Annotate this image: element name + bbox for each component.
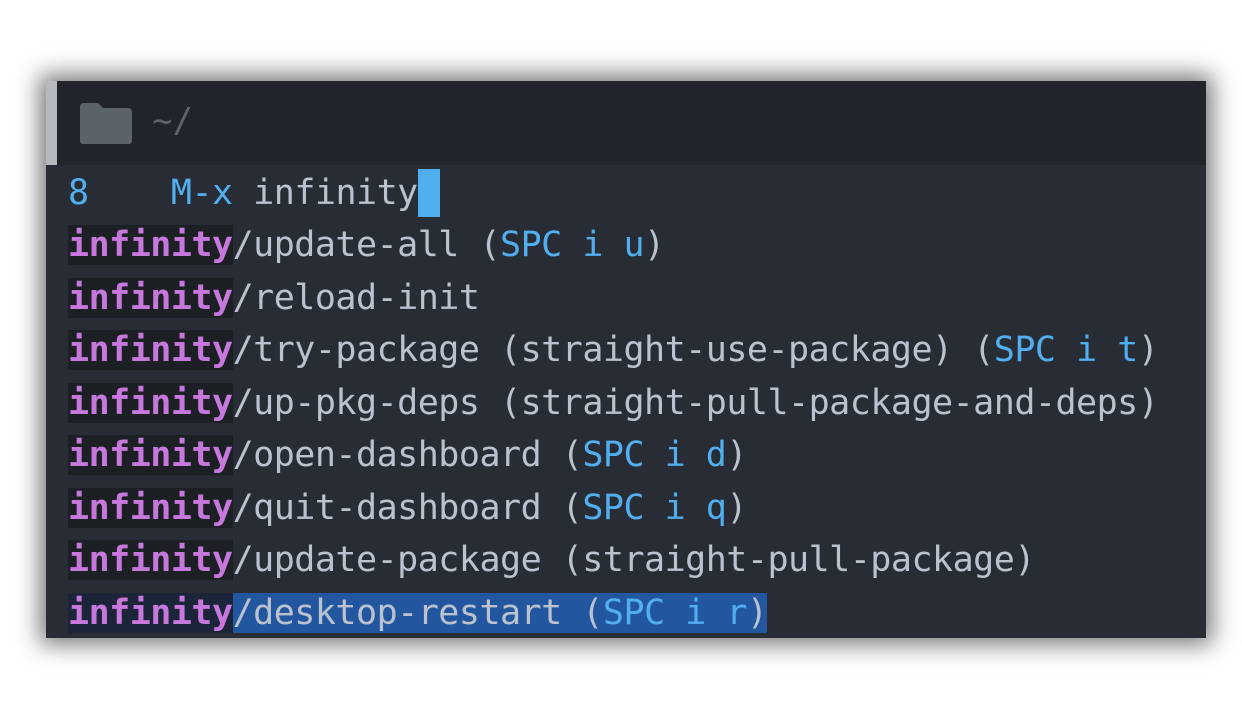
candidate-match-prefix: infinity xyxy=(68,225,233,265)
candidate-keybinding: SPC i u xyxy=(500,225,645,265)
candidate-item-selected[interactable]: infinity/desktop-restart (SPC i r) xyxy=(68,587,1158,639)
candidate-keybinding: SPC i q xyxy=(582,487,727,528)
candidate-item[interactable]: infinity/update-all (SPC i u) xyxy=(68,219,1158,272)
candidate-alias: (straight-use-package) xyxy=(500,330,953,370)
emacs-window: ~/ 8 M-x infinity infinity/update-all (S… xyxy=(46,81,1206,638)
candidate-command-name: /open-dashboard xyxy=(232,435,542,475)
minibuffer-input[interactable]: infinity xyxy=(253,173,418,213)
text-cursor xyxy=(417,169,440,217)
candidate-alias: (straight-pull-package-and-deps) xyxy=(500,382,1159,423)
header-bar: ~/ xyxy=(46,81,1206,165)
candidate-match-prefix: infinity xyxy=(68,277,233,318)
candidate-list: infinity/update-all (SPC i u) infinity/re… xyxy=(68,219,1159,639)
candidate-item[interactable]: infinity/up-pkg-deps (straight-pull-pack… xyxy=(68,377,1159,430)
candidate-keybinding: SPC i d xyxy=(582,435,727,475)
prompt-label: M-x xyxy=(170,173,233,213)
candidate-command-name: /try-package xyxy=(232,330,480,370)
candidate-match-prefix: infinity xyxy=(68,382,233,423)
candidate-match-prefix: infinity xyxy=(68,330,233,370)
candidate-item[interactable]: infinity/open-dashboard (SPC i d) xyxy=(68,429,1158,482)
candidate-rest: /quit-dashboard (SPC i q) xyxy=(232,487,748,528)
candidate-match-prefix: infinity xyxy=(68,435,233,475)
minibuffer-prompt[interactable]: 8 M-x infinity xyxy=(68,167,440,219)
candidate-alias: (straight-pull-package) xyxy=(561,540,1036,580)
candidate-rest: /update-all (SPC i u) xyxy=(232,225,666,265)
candidate-match-prefix: infinity xyxy=(68,540,233,580)
candidate-rest: /reload-init xyxy=(233,278,480,318)
candidate-rest: /update-package (straight-pull-package) xyxy=(232,540,1036,580)
candidate-keybinding: SPC i t xyxy=(993,330,1139,370)
candidate-match-prefix: infinity xyxy=(68,487,233,528)
candidate-command-name: /desktop-restart xyxy=(232,592,563,633)
header-accent-bar xyxy=(46,81,57,165)
candidate-command-name: /up-pkg-deps xyxy=(232,382,480,423)
current-directory: ~/ xyxy=(152,101,193,141)
candidate-command-name: /reload-init xyxy=(232,277,480,318)
candidate-rest: /up-pkg-deps (straight-pull-package-and-… xyxy=(233,383,1159,423)
candidate-rest: /open-dashboard (SPC i d) xyxy=(232,435,748,475)
candidate-count: 8 xyxy=(68,173,89,213)
candidate-rest: /desktop-restart (SPC i r) xyxy=(232,592,768,633)
candidate-rest: /try-package (straight-use-package) (SPC… xyxy=(232,330,1159,370)
folder-icon xyxy=(80,103,132,144)
candidate-command-name: /update-all xyxy=(232,225,460,265)
candidate-keybinding: SPC i r xyxy=(602,592,748,633)
candidate-item[interactable]: infinity/reload-init xyxy=(68,272,1158,325)
candidate-item[interactable]: infinity/update-package (straight-pull-p… xyxy=(68,534,1158,587)
candidate-item[interactable]: infinity/quit-dashboard (SPC i q) xyxy=(68,482,1158,535)
candidate-match-prefix: infinity xyxy=(68,592,233,633)
candidate-command-name: /quit-dashboard xyxy=(232,487,542,528)
candidate-command-name: /update-package xyxy=(232,540,542,580)
candidate-item[interactable]: infinity/try-package (straight-use-packa… xyxy=(68,324,1159,377)
